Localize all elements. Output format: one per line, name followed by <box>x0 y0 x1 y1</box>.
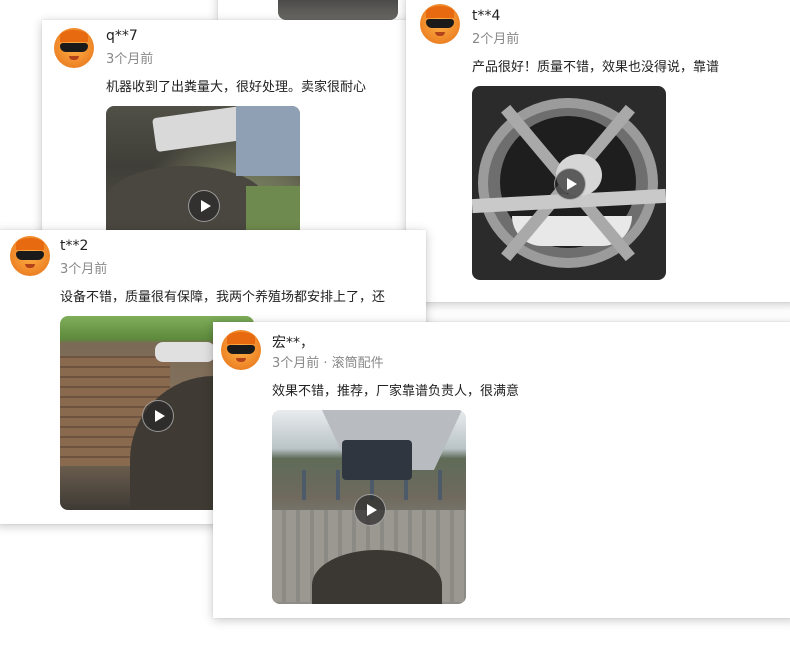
review-username[interactable]: q**7 <box>106 28 138 44</box>
avatar-icon[interactable] <box>221 330 261 370</box>
review-meta: 3个月前 <box>60 262 108 277</box>
review-comment: 设备不错，质量很有保障，我两个养殖场都安排上了，还 <box>60 290 386 305</box>
review-card-t4: t**4 2个月前 产品很好！质量不错，效果也没得说，靠谱 <box>406 0 790 302</box>
avatar-icon[interactable] <box>10 236 50 276</box>
review-username[interactable]: t**2 <box>60 238 88 254</box>
review-comment: 产品很好！质量不错，效果也没得说，靠谱 <box>472 60 720 75</box>
review-card-q7: q**7 3个月前 机器收到了出粪量大，很好处理。卖家很耐心 <box>42 20 417 260</box>
play-icon[interactable] <box>188 190 220 222</box>
review-video-thumbnail[interactable] <box>278 0 398 20</box>
avatar-icon[interactable] <box>420 4 460 44</box>
review-meta: 3个月前 <box>106 52 154 67</box>
review-video-thumbnail[interactable] <box>472 86 666 280</box>
avatar-icon[interactable] <box>54 28 94 68</box>
play-icon[interactable] <box>142 400 174 432</box>
review-card-background <box>218 0 418 20</box>
play-icon[interactable] <box>354 494 386 526</box>
review-username[interactable]: t**4 <box>472 8 500 24</box>
review-comment: 机器收到了出粪量大，很好处理。卖家很耐心 <box>106 80 367 95</box>
review-comment: 效果不错，推荐，厂家靠谱负责人，很满意 <box>272 384 520 399</box>
play-icon[interactable] <box>554 168 586 200</box>
review-meta: 2个月前 <box>472 32 520 47</box>
review-username[interactable]: 宏**， <box>272 332 314 352</box>
review-card-hong: 宏**， 3个月前 · 滚筒配件 效果不错，推荐，厂家靠谱负责人，很满意 <box>213 322 790 618</box>
review-video-thumbnail[interactable] <box>272 410 466 604</box>
review-meta: 3个月前 · 滚筒配件 <box>272 356 384 371</box>
